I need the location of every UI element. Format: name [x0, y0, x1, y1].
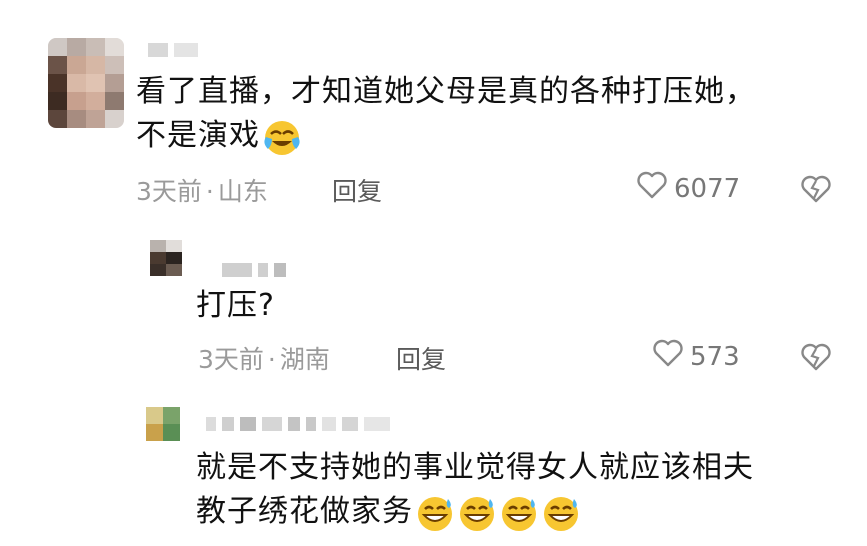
laughing-crying-emoji-icon	[262, 117, 302, 157]
heart-outline-icon	[636, 170, 668, 207]
timestamp: 3天前	[198, 345, 264, 374]
comment-text: 看了直播，才知道她父母是真的各种打压她， 不是演戏	[136, 70, 756, 158]
reply-button[interactable]: 回复	[332, 172, 382, 208]
location: 山东	[217, 177, 268, 206]
username-blurred[interactable]	[148, 42, 204, 60]
grinning-sweat-emoji-icon	[499, 493, 539, 533]
dislike-button[interactable]	[800, 342, 832, 376]
timestamp: 3天前	[136, 177, 202, 206]
comment-meta: 3天前 · 山东	[136, 177, 268, 206]
like-count: 6077	[674, 173, 741, 204]
location: 湖南	[279, 345, 330, 374]
grinning-sweat-emoji-icon	[457, 493, 497, 533]
comment-text: 打压?	[196, 288, 275, 323]
emoji-row	[413, 494, 581, 531]
broken-heart-icon	[800, 342, 832, 376]
like-button[interactable]: 6077	[636, 170, 740, 207]
grinning-sweat-emoji-icon	[415, 493, 455, 533]
avatar[interactable]	[48, 38, 124, 128]
username-blurred[interactable]	[222, 262, 292, 280]
comment-text: 就是不支持她的事业觉得女人就应该相夫 教子绣花做家务	[196, 446, 754, 534]
avatar[interactable]	[146, 407, 180, 441]
broken-heart-icon	[800, 174, 832, 208]
like-button[interactable]: 573	[652, 338, 740, 375]
username-blurred[interactable]	[206, 416, 396, 434]
dislike-button[interactable]	[800, 174, 832, 208]
avatar[interactable]	[150, 240, 182, 276]
reply-button[interactable]: 回复	[396, 340, 446, 376]
like-count: 573	[690, 341, 740, 372]
comment-meta: 3天前 · 湖南	[198, 345, 330, 374]
grinning-sweat-emoji-icon	[541, 493, 581, 533]
heart-outline-icon	[652, 338, 684, 375]
